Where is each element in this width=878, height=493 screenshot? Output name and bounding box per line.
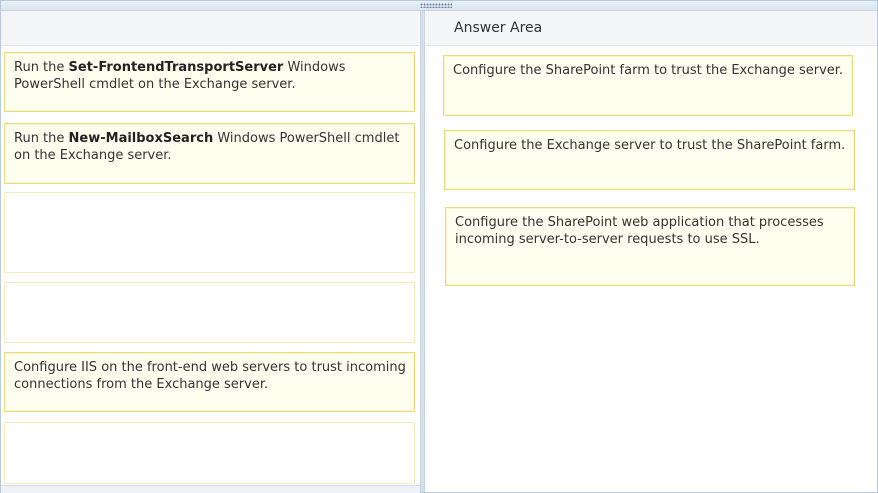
answer-area-header: Answer Area (426, 11, 877, 46)
grip-handle-icon[interactable] (420, 3, 452, 8)
drag-drop-question-panel: Answer Area Run the Set-FrontendTranspor… (0, 0, 878, 493)
answer-item-sharepoint-trust-exchange[interactable]: Configure the SharePoint farm to trust t… (443, 55, 853, 116)
bottom-scroll-edge (1, 485, 420, 493)
source-list-header (1, 11, 419, 46)
source-item-set-frontendtransportserver[interactable]: Run the Set-FrontendTransportServer Wind… (4, 52, 415, 112)
empty-source-slot[interactable] (4, 192, 415, 273)
panel-splitter[interactable] (420, 11, 425, 492)
answer-area-title: Answer Area (454, 20, 543, 36)
empty-source-slot[interactable] (4, 422, 415, 484)
answer-item-exchange-trust-sharepoint[interactable]: Configure the Exchange server to trust t… (444, 130, 855, 190)
source-item-new-mailboxsearch[interactable]: Run the New-MailboxSearch Windows PowerS… (4, 123, 415, 184)
source-item-configure-iis[interactable]: Configure IIS on the front-end web serve… (4, 352, 415, 412)
top-resize-strip[interactable] (1, 1, 877, 11)
answer-item-sharepoint-ssl[interactable]: Configure the SharePoint web application… (445, 207, 855, 286)
empty-source-slot[interactable] (4, 282, 415, 343)
